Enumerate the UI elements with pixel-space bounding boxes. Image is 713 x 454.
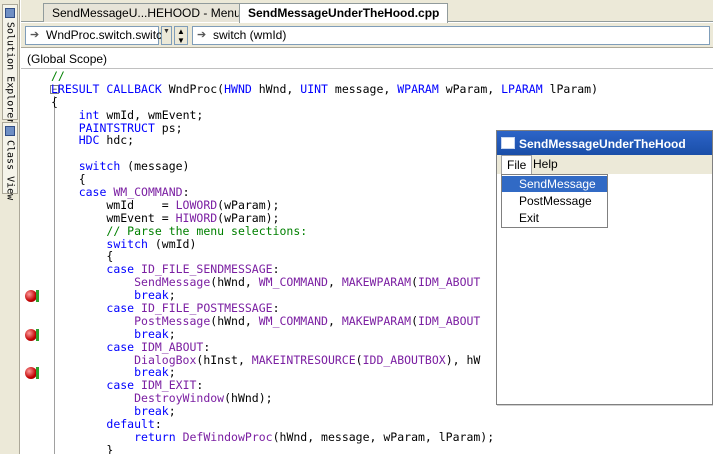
file-menu-dropdown: SendMessage PostMessage Exit bbox=[501, 174, 608, 228]
combo-dropdown-arrow[interactable]: ▼ bbox=[161, 26, 172, 45]
class-view-label: Class View bbox=[4, 140, 16, 201]
tab-menu-resource[interactable]: SendMessageU...HEHOOD - Menu bbox=[43, 3, 250, 22]
app-title: SendMessageUnderTheHood bbox=[519, 137, 686, 151]
change-marker bbox=[36, 328, 39, 341]
scroll-stepper[interactable]: ▲ ▼ bbox=[174, 26, 188, 45]
change-marker bbox=[36, 367, 39, 380]
solution-explorer-icon bbox=[5, 8, 15, 18]
menu-item-sendmessage[interactable]: SendMessage bbox=[502, 176, 607, 192]
code-line[interactable]: { bbox=[51, 95, 598, 109]
chevron-up-icon: ▲ bbox=[177, 27, 185, 36]
window-icon bbox=[501, 137, 515, 149]
arrow-right-icon: ➔ bbox=[197, 29, 207, 41]
breakpoint-margin[interactable] bbox=[21, 70, 55, 454]
app-menubar: File Help bbox=[497, 155, 712, 174]
change-marker bbox=[36, 289, 39, 302]
chevron-down-icon: ▼ bbox=[163, 28, 170, 35]
scope-combo-value: switch (wmId) bbox=[213, 28, 287, 42]
navigation-bar: ➔ WndProc.switch.switch ▼ ▲ ▼ ➔ switch (… bbox=[21, 23, 713, 48]
code-line[interactable]: default: bbox=[51, 418, 598, 431]
class-view-icon bbox=[5, 126, 15, 136]
arrow-right-icon: ➔ bbox=[30, 29, 40, 41]
code-line[interactable]: LRESULT CALLBACK WndProc(HWND hWnd, UINT… bbox=[51, 82, 598, 96]
tab-cpp-file[interactable]: SendMessageUnderTheHood.cpp bbox=[239, 3, 449, 23]
code-line[interactable]: } bbox=[51, 443, 598, 454]
document-tab-bar: SendMessageU...HEHOOD - Menu SendMessage… bbox=[21, 0, 713, 23]
side-tool-strip: Solution Explorer Class View bbox=[0, 0, 20, 454]
scope-combo[interactable]: ➔ switch (wmId) bbox=[192, 26, 710, 45]
chevron-down-icon: ▼ bbox=[177, 36, 185, 45]
solution-explorer-label: Solution Explorer bbox=[4, 22, 16, 125]
solution-explorer-tab[interactable]: Solution Explorer bbox=[2, 4, 18, 124]
member-combo[interactable]: ➔ WndProc.switch.switch bbox=[25, 26, 169, 45]
menu-help[interactable]: Help bbox=[528, 155, 563, 174]
app-titlebar[interactable]: SendMessageUnderTheHood bbox=[497, 131, 712, 155]
member-combo-value: WndProc.switch.switch bbox=[46, 28, 169, 42]
menu-item-postmessage[interactable]: PostMessage bbox=[502, 193, 607, 209]
app-window: SendMessageUnderTheHood File Help SendMe… bbox=[496, 130, 713, 405]
scope-bar[interactable]: (Global Scope) bbox=[21, 49, 713, 69]
class-view-tab[interactable]: Class View bbox=[2, 122, 18, 200]
global-scope-label: (Global Scope) bbox=[27, 52, 108, 66]
menu-item-exit[interactable]: Exit bbox=[502, 210, 607, 226]
code-line[interactable]: return DefWindowProc(hWnd, message, wPar… bbox=[51, 430, 598, 444]
